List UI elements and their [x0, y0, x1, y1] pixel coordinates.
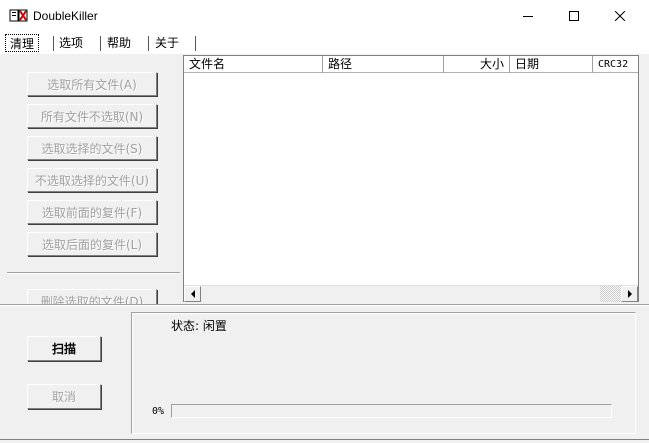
minimize-icon [523, 16, 533, 17]
list-header: 文件名 路径 大小 日期 CRC32 [184, 56, 638, 73]
horizontal-scrollbar[interactable] [184, 285, 638, 302]
tab-separator [148, 36, 149, 51]
scrollbar-thumb[interactable] [600, 286, 621, 302]
cancel-button[interactable]: 取消 [27, 384, 101, 409]
tab-clean[interactable]: 清理 [5, 34, 40, 52]
status-text: 状态: 闲置 [171, 319, 227, 333]
tab-bar: 清理 选项 帮助 关于 [0, 32, 649, 54]
minimize-button[interactable] [505, 0, 551, 32]
scroll-left-icon [190, 290, 195, 298]
select-all-button[interactable]: 选取所有文件(A) [27, 72, 157, 96]
app-icon[interactable] [9, 9, 29, 23]
progress-label: 0% [152, 406, 165, 417]
scroll-right-button[interactable] [621, 286, 638, 302]
title-bar: DoubleKiller [0, 0, 649, 32]
scroll-left-button[interactable] [184, 286, 201, 302]
tab-options[interactable]: 选项 [55, 34, 87, 52]
unselect-chosen-button[interactable]: 不选取选择的文件(U) [27, 168, 157, 192]
scan-button[interactable]: 扫描 [27, 336, 101, 361]
column-header-path[interactable]: 路径 [323, 56, 444, 73]
tab-separator [195, 36, 196, 51]
column-header-date[interactable]: 日期 [510, 56, 593, 73]
bottom-divider [0, 304, 649, 306]
tab-about[interactable]: 关于 [151, 34, 183, 52]
select-previous-dupes-button[interactable]: 选取前面的复件(F) [27, 200, 157, 224]
close-icon [615, 11, 625, 21]
select-later-dupes-button[interactable]: 选取后面的复件(L) [27, 232, 157, 256]
tab-separator [53, 36, 54, 51]
select-none-button[interactable]: 所有文件不选取(N) [27, 104, 157, 128]
progress-bar [171, 404, 612, 418]
delete-selected-button[interactable]: 删除选取的文件(D) [27, 289, 157, 304]
maximize-button[interactable] [551, 0, 597, 32]
maximize-icon [569, 11, 579, 21]
tab-help[interactable]: 帮助 [103, 34, 135, 52]
select-chosen-button[interactable]: 选取选择的文件(S) [27, 136, 157, 160]
window-title: DoubleKiller [33, 9, 98, 23]
delete-button-clip: 删除选取的文件(D) [0, 284, 183, 304]
scroll-right-icon [627, 290, 632, 298]
column-header-crc32[interactable]: CRC32 [593, 56, 638, 73]
column-header-filename[interactable]: 文件名 [184, 56, 323, 73]
file-list[interactable]: 文件名 路径 大小 日期 CRC32 [183, 55, 639, 302]
close-button[interactable] [597, 0, 643, 32]
left-panel-divider [7, 272, 180, 274]
column-header-size[interactable]: 大小 [444, 56, 510, 73]
window-bottom-edge [0, 439, 649, 443]
tab-separator [100, 36, 101, 51]
scrollbar-track[interactable] [201, 286, 599, 302]
